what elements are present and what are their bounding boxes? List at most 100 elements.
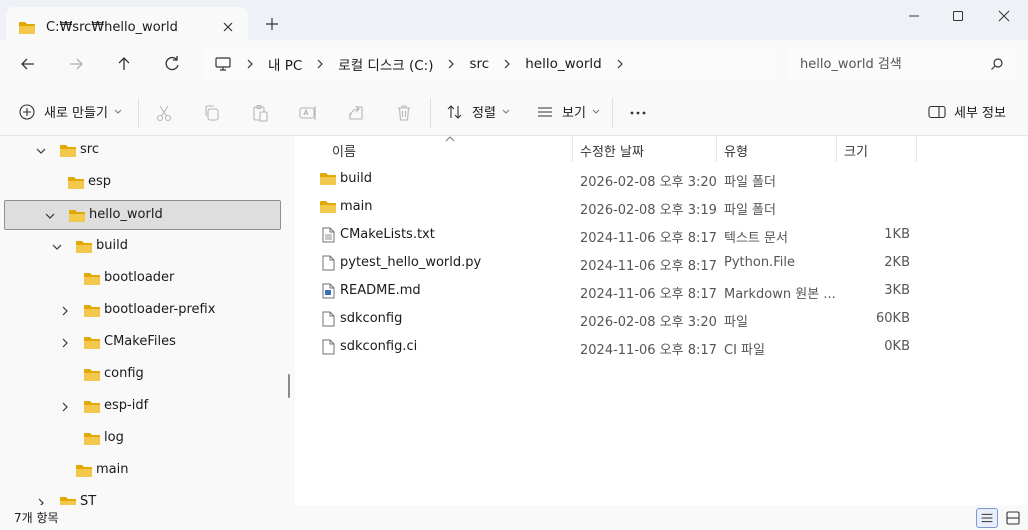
column-header-name[interactable]: 이름 bbox=[332, 136, 356, 162]
tree-item-label: hello_world bbox=[89, 207, 163, 222]
tree-item-label: main bbox=[96, 462, 129, 477]
add-tab-icon[interactable] bbox=[262, 14, 282, 34]
file-type: 파일 폴더 bbox=[724, 203, 776, 218]
file-row[interactable]: pytest_hello_world.py 2024-11-06 오후 8:17 P… bbox=[315, 249, 915, 277]
more-options-icon[interactable] bbox=[628, 103, 648, 123]
refresh-icon[interactable] bbox=[162, 54, 182, 74]
file-row[interactable]: README.md 2024-11-06 오후 8:17 Markdown 원본 .… bbox=[315, 277, 915, 305]
share-icon[interactable] bbox=[346, 103, 366, 123]
file-date: 2026-02-08 오후 3:20 bbox=[580, 175, 717, 190]
close-icon[interactable] bbox=[220, 19, 236, 35]
tree-item[interactable]: hello_world bbox=[4, 200, 281, 230]
folder-icon bbox=[84, 273, 100, 285]
column-divider[interactable] bbox=[572, 136, 573, 162]
cut-icon[interactable] bbox=[154, 103, 174, 123]
file-list: 이름 수정한 날짜 유형 크기 build 2026-02-08 오후 3:20 파… bbox=[295, 136, 1028, 505]
file-date: 2024-11-06 오후 8:17 bbox=[580, 231, 717, 246]
tree-item-label: bootloader-prefix bbox=[104, 302, 216, 317]
minimize-icon[interactable] bbox=[902, 6, 926, 26]
tree-item-label: log bbox=[104, 430, 124, 445]
new-button[interactable]: 새로 만들기 bbox=[18, 102, 122, 121]
column-header-size[interactable]: 크기 bbox=[844, 136, 868, 162]
details-pane-icon bbox=[928, 105, 946, 118]
view-button[interactable]: 보기 bbox=[536, 102, 600, 121]
file-row[interactable]: CMakeLists.txt 2024-11-06 오후 8:17 텍스트 문서 1K… bbox=[315, 221, 915, 249]
file-name: README.md bbox=[340, 283, 421, 298]
file-type: Python.File bbox=[724, 255, 795, 270]
view-button-label: 보기 bbox=[562, 106, 586, 121]
address-bar[interactable]: 내 PC 로컬 디스크 (C:) src hello_world bbox=[202, 49, 776, 79]
computer-icon bbox=[215, 57, 231, 71]
file-size: 3KB bbox=[884, 283, 910, 298]
chevron-right-icon[interactable] bbox=[316, 59, 324, 69]
file-name: sdkconfig bbox=[340, 311, 403, 326]
file-row[interactable]: sdkconfig.ci 2024-11-06 오후 8:17 CI 파일 0KB bbox=[315, 333, 915, 361]
tree-item[interactable]: log bbox=[4, 424, 281, 454]
file-size: 1KB bbox=[884, 227, 910, 242]
scrollbar-thumb[interactable] bbox=[288, 374, 290, 398]
chevron-right-icon[interactable] bbox=[503, 59, 511, 69]
search-input[interactable] bbox=[786, 49, 1016, 79]
close-window-icon[interactable] bbox=[992, 6, 1016, 26]
toolbar-divider bbox=[612, 98, 613, 128]
chevron-right-icon[interactable] bbox=[60, 338, 70, 348]
file-row[interactable]: sdkconfig 2026-02-08 오후 3:20 파일 60KB bbox=[315, 305, 915, 333]
tree-item[interactable]: src bbox=[4, 136, 281, 166]
chevron-right-icon[interactable] bbox=[60, 402, 70, 412]
navigation-pane-scrollbar[interactable] bbox=[283, 136, 295, 505]
back-icon[interactable] bbox=[18, 54, 38, 74]
tree-item[interactable]: config bbox=[4, 360, 281, 390]
tree-item-label: esp-idf bbox=[104, 398, 149, 413]
breadcrumb-src[interactable]: src bbox=[469, 56, 489, 72]
tree-item[interactable]: CMakeFiles bbox=[4, 328, 281, 358]
chevron-right-icon[interactable] bbox=[246, 59, 254, 69]
column-header-date[interactable]: 수정한 날짜 bbox=[580, 136, 644, 162]
item-count: 7개 항목 bbox=[14, 511, 59, 525]
folder-icon bbox=[60, 145, 76, 157]
tiles-view-icon[interactable] bbox=[1002, 508, 1024, 528]
up-icon[interactable] bbox=[114, 54, 134, 74]
tree-item[interactable]: ST bbox=[4, 488, 281, 505]
file-name: build bbox=[340, 171, 372, 186]
search-icon[interactable] bbox=[990, 57, 1004, 71]
chevron-right-icon[interactable] bbox=[447, 59, 455, 69]
tree-item[interactable]: build bbox=[4, 232, 281, 262]
delete-icon[interactable] bbox=[394, 103, 414, 123]
file-size: 2KB bbox=[884, 255, 910, 270]
maximize-icon[interactable] bbox=[946, 6, 970, 26]
breadcrumb-my-pc[interactable]: 내 PC bbox=[268, 54, 302, 74]
tree-item[interactable]: bootloader bbox=[4, 264, 281, 294]
paste-icon[interactable] bbox=[250, 103, 270, 123]
chevron-right-icon[interactable] bbox=[36, 498, 46, 505]
copy-icon[interactable] bbox=[202, 103, 222, 123]
folder-icon bbox=[320, 201, 336, 213]
chevron-right-icon[interactable] bbox=[60, 306, 70, 316]
folder-icon bbox=[320, 173, 336, 185]
file-size: 60KB bbox=[876, 311, 910, 326]
column-divider[interactable] bbox=[836, 136, 837, 162]
breadcrumb-local-disk[interactable]: 로컬 디스크 (C:) bbox=[338, 54, 433, 74]
details-view-icon[interactable] bbox=[976, 508, 998, 528]
rename-icon[interactable] bbox=[298, 103, 318, 123]
chevron-down-icon[interactable] bbox=[36, 146, 46, 156]
column-divider[interactable] bbox=[716, 136, 717, 162]
chevron-right-icon[interactable] bbox=[616, 59, 624, 69]
chevron-down-icon[interactable] bbox=[52, 242, 62, 252]
forward-icon[interactable] bbox=[66, 54, 86, 74]
tree-item[interactable]: bootloader-prefix bbox=[4, 296, 281, 326]
folder-icon bbox=[76, 241, 92, 253]
file-type: Markdown 원본 ... bbox=[724, 287, 836, 302]
breadcrumb-hello-world[interactable]: hello_world bbox=[525, 56, 602, 72]
file-row[interactable]: build 2026-02-08 오후 3:20 파일 폴더 bbox=[315, 165, 915, 193]
file-row[interactable]: main 2026-02-08 오후 3:19 파일 폴더 bbox=[315, 193, 915, 221]
details-pane-button[interactable]: 세부 정보 bbox=[928, 102, 1006, 121]
tree-item[interactable]: esp-idf bbox=[4, 392, 281, 422]
sort-button[interactable]: 정렬 bbox=[446, 102, 510, 121]
chevron-down-icon[interactable] bbox=[45, 211, 55, 221]
column-header-type[interactable]: 유형 bbox=[724, 136, 748, 162]
toolbar-divider bbox=[138, 98, 139, 128]
tree-item[interactable]: esp bbox=[4, 168, 281, 198]
tree-item[interactable]: main bbox=[4, 456, 281, 486]
column-divider[interactable] bbox=[916, 136, 917, 162]
file-type: CI 파일 bbox=[724, 343, 765, 358]
